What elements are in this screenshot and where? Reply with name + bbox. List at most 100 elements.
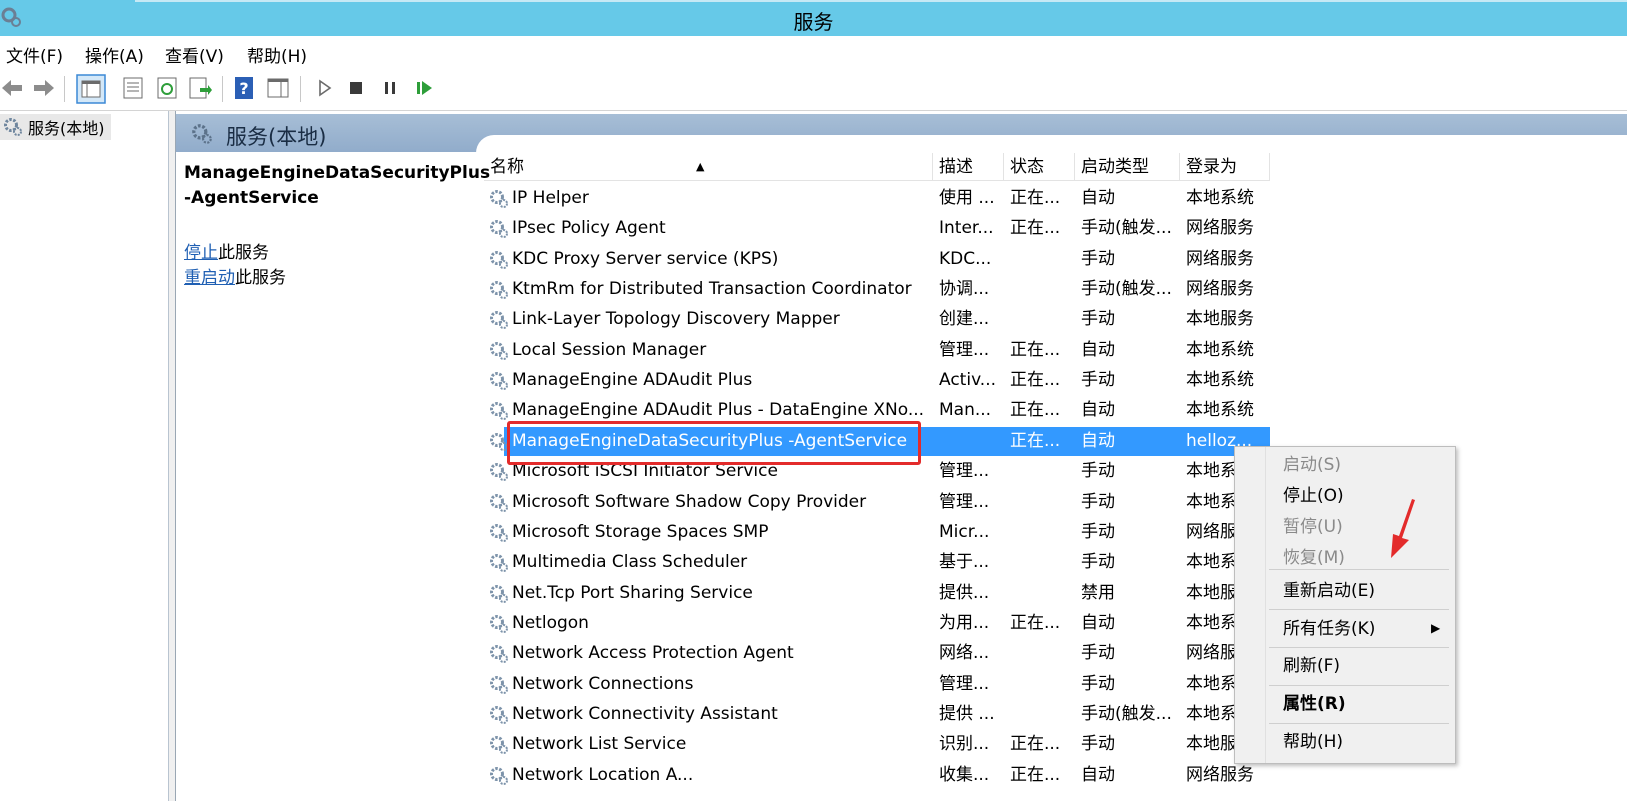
- gear-icon: [490, 554, 508, 573]
- table-row[interactable]: ManageEngine ADAudit Plus Activ... 正在... 手动…: [484, 365, 1627, 395]
- stop-service-action: 停止此服务: [184, 238, 269, 263]
- column-header-status[interactable]: 状态: [1004, 153, 1075, 181]
- cell-status: [1010, 638, 1072, 668]
- table-row[interactable]: IP Helper 使用 ... 正在... 自动 本地系统: [484, 183, 1627, 213]
- table-row[interactable]: Local Session Manager 管理... 正在... 自动 本地系统: [484, 335, 1627, 365]
- stop-service-link[interactable]: 停止: [184, 243, 218, 263]
- cell-startup: 手动: [1081, 521, 1115, 542]
- cell-desc: 管理...: [939, 491, 990, 512]
- cell-logon: 本地服务: [1186, 309, 1254, 330]
- table-row[interactable]: Network Location A... 收集... 正在... 自动 网络服务: [484, 760, 1627, 790]
- pane-splitter[interactable]: [169, 111, 176, 801]
- gear-icon: [490, 281, 508, 300]
- gear-icon: [490, 220, 508, 239]
- refresh-icon[interactable]: [155, 76, 179, 100]
- cell-status: 正在...: [1010, 218, 1061, 239]
- context-menu-item[interactable]: 重新启动(E): [1283, 576, 1375, 606]
- cell-desc: 管理...: [939, 461, 990, 482]
- header-tab-curve: [476, 135, 1627, 155]
- gear-icon: [490, 614, 508, 633]
- context-menu: 启动(S) 停止(O) 暂停(U) 恢复(M) 重新启动(E) 所有任务(K) 刷新(F) 属…: [1234, 446, 1456, 764]
- cell-status: 正在...: [1010, 370, 1061, 391]
- cell-desc: Activ...: [939, 370, 997, 391]
- cell-startup: 手动(触发...: [1081, 218, 1172, 239]
- restart-service-link[interactable]: 重启动: [184, 268, 235, 288]
- cell-startup: 手动(触发...: [1081, 703, 1172, 724]
- content-header-title: 服务(本地): [226, 125, 327, 149]
- cell-status: [1010, 578, 1072, 608]
- cell-startup: 手动: [1081, 309, 1115, 330]
- menu-action[interactable]: 操作(A): [85, 42, 144, 67]
- pause-service-icon[interactable]: [378, 76, 402, 100]
- resume-service-icon[interactable]: [412, 76, 436, 100]
- cell-name: Link-Layer Topology Discovery Mapper: [512, 309, 840, 330]
- cell-name: KtmRm for Distributed Transaction Coordi…: [512, 279, 912, 300]
- cell-name: Network Connections: [512, 673, 694, 694]
- cell-desc: 管理...: [939, 339, 990, 360]
- cell-name: Network Location A...: [512, 764, 694, 785]
- cell-startup: 自动: [1081, 400, 1115, 421]
- help-icon[interactable]: ?: [233, 76, 257, 100]
- context-menu-gutter: [1265, 447, 1266, 763]
- show-hide-console-tree-icon[interactable]: [76, 74, 106, 104]
- cell-startup: 手动: [1081, 673, 1115, 694]
- stop-service-icon[interactable]: [344, 76, 368, 100]
- cell-desc: 基于...: [939, 552, 990, 573]
- window-title: 服务: [793, 10, 834, 34]
- toolbar-separator: [300, 76, 301, 102]
- highlight-selected-service: [507, 421, 921, 465]
- cell-desc: 使用 ...: [939, 188, 995, 208]
- menu-help[interactable]: 帮助(H): [247, 42, 307, 67]
- gear-icon: [490, 584, 508, 603]
- cell-startup: 手动: [1081, 461, 1115, 482]
- toolbar: ?: [0, 68, 1627, 111]
- context-menu-separator: [1269, 569, 1449, 570]
- action-pane-icon[interactable]: [266, 76, 290, 100]
- column-header-description[interactable]: 描述: [933, 153, 1004, 181]
- cell-startup: 手动: [1081, 734, 1115, 755]
- column-header-name-label: 名称: [490, 157, 524, 177]
- cell-status: [1010, 244, 1072, 274]
- properties-icon[interactable]: [121, 76, 145, 100]
- gear-icon: [490, 766, 508, 785]
- context-menu-item[interactable]: 刷新(F): [1283, 651, 1340, 681]
- menu-view[interactable]: 查看(V): [165, 42, 224, 67]
- cell-status: [1010, 547, 1072, 577]
- context-menu-item[interactable]: 所有任务(K): [1283, 614, 1375, 644]
- column-header-name[interactable]: 名称 ▲: [484, 153, 933, 181]
- gear-icon: [490, 493, 508, 512]
- start-service-icon[interactable]: [312, 76, 336, 100]
- cell-name: ManageEngine ADAudit Plus: [512, 370, 753, 391]
- tree-item-services-local[interactable]: 服务(本地): [0, 114, 111, 140]
- table-row[interactable]: KDC Proxy Server service (KPS) KDC... 手动 网络…: [484, 244, 1627, 274]
- annotation-arrow-icon: [1391, 499, 1415, 558]
- export-list-icon[interactable]: [188, 76, 212, 100]
- cell-logon: 网络服务: [1186, 279, 1254, 300]
- context-menu-item[interactable]: 属性(R): [1283, 689, 1346, 719]
- table-row[interactable]: IPsec Policy Agent Inter... 正在... 手动(触发... 网…: [484, 213, 1627, 243]
- context-menu-item[interactable]: 停止(O): [1283, 481, 1344, 511]
- gear-icon: [490, 645, 508, 664]
- sort-ascending-icon: ▲: [696, 160, 705, 173]
- cell-desc: 提供 ...: [939, 703, 995, 724]
- menu-file[interactable]: 文件(F): [6, 42, 63, 67]
- cell-name: Network Access Protection Agent: [512, 643, 794, 664]
- cell-desc: 收集...: [939, 764, 990, 785]
- forward-icon[interactable]: [32, 76, 56, 100]
- context-menu-item[interactable]: 帮助(H): [1283, 727, 1343, 757]
- cell-desc: 创建...: [939, 309, 990, 330]
- gear-icon: [490, 463, 508, 482]
- column-header-startup-type[interactable]: 启动类型: [1075, 153, 1180, 181]
- table-row[interactable]: Link-Layer Topology Discovery Mapper 创建..…: [484, 304, 1627, 334]
- cell-status: [1010, 699, 1072, 729]
- cell-status: [1010, 456, 1072, 486]
- gear-icon: [490, 402, 508, 421]
- cell-startup: 手动: [1081, 370, 1115, 391]
- table-row[interactable]: KtmRm for Distributed Transaction Coordi…: [484, 274, 1627, 304]
- cell-name: Multimedia Class Scheduler: [512, 552, 748, 573]
- column-header-logon-as[interactable]: 登录为: [1180, 153, 1270, 181]
- cell-logon: 网络服务: [1186, 248, 1254, 269]
- cell-status: [1010, 487, 1072, 517]
- context-menu-separator: [1269, 647, 1449, 648]
- back-icon[interactable]: [0, 76, 24, 100]
